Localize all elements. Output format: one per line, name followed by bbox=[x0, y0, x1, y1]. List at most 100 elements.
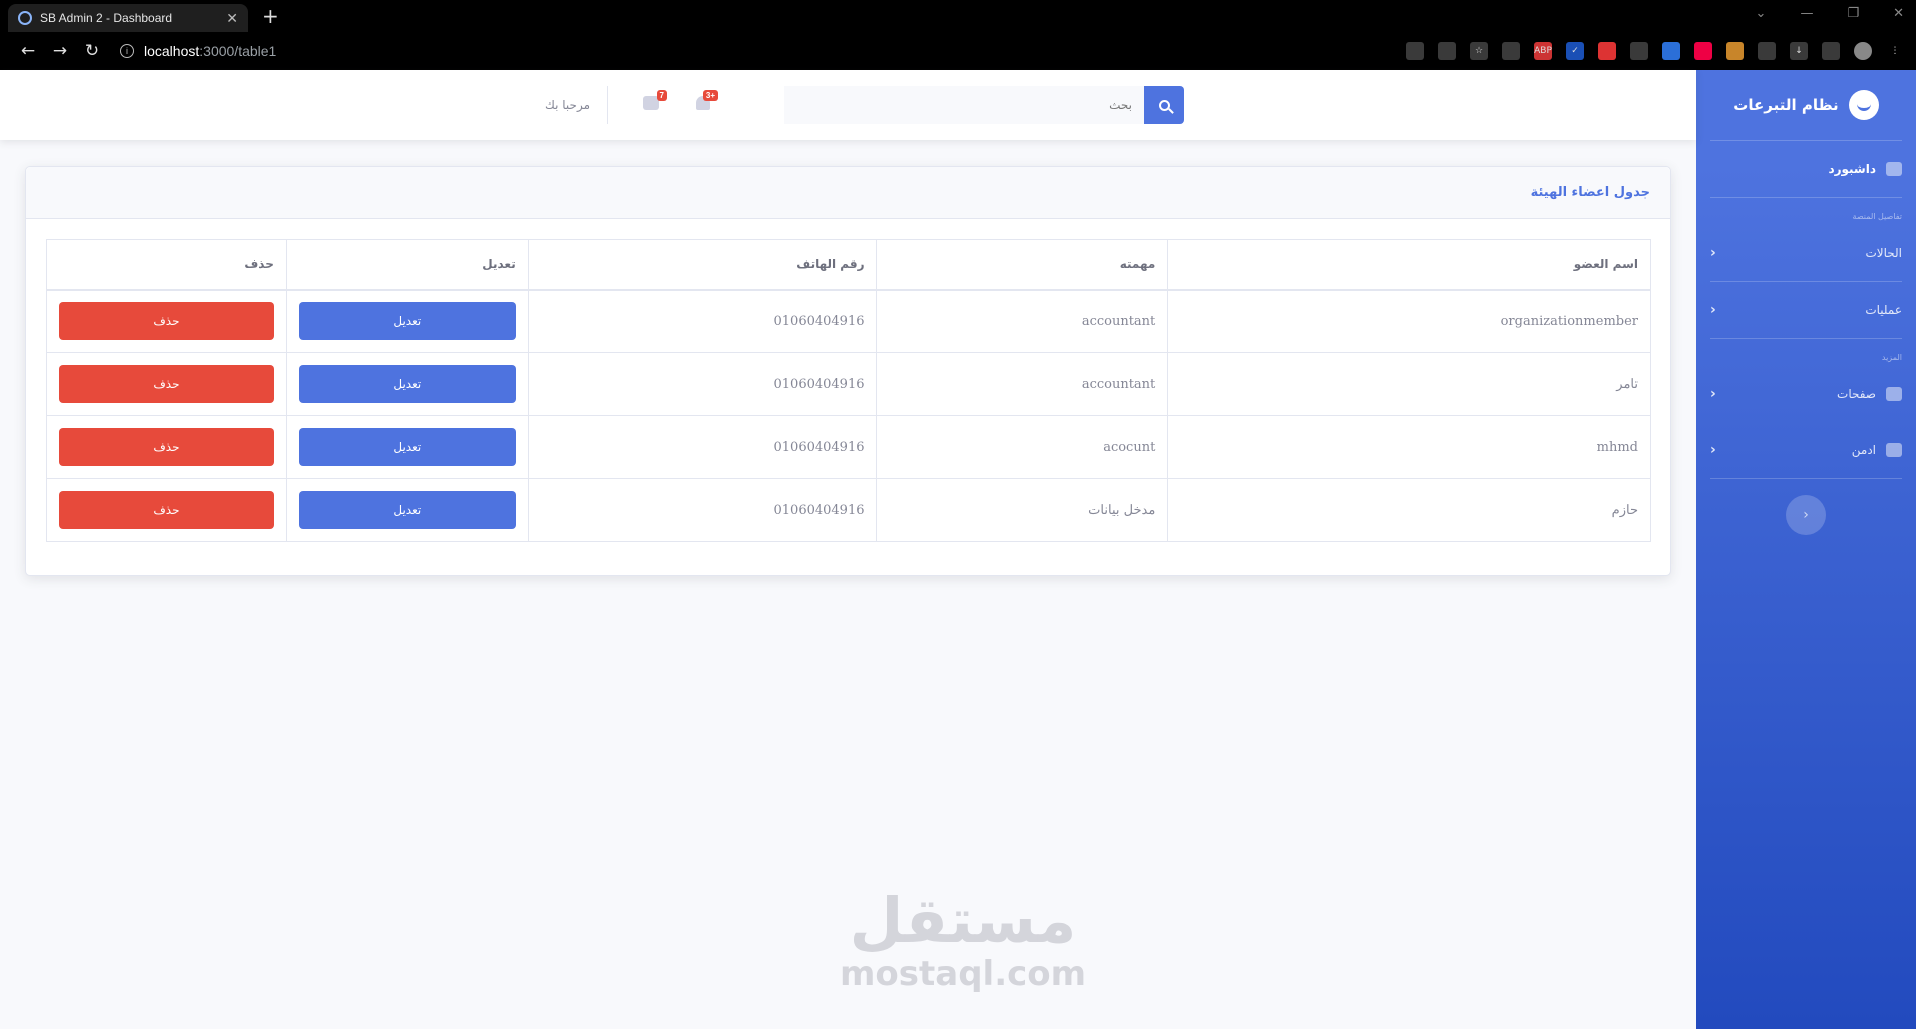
menu-kebab-icon[interactable]: ⋮ bbox=[1886, 42, 1904, 60]
close-window-icon[interactable]: ✕ bbox=[1893, 6, 1904, 21]
browser-tab[interactable]: SB Admin 2 - Dashboard ✕ bbox=[8, 4, 248, 32]
extension-icon[interactable] bbox=[1662, 42, 1680, 60]
search-icon bbox=[1158, 99, 1170, 111]
extension-icon[interactable] bbox=[1630, 42, 1648, 60]
watermark-arabic: مستقل bbox=[849, 884, 1077, 957]
sidebar-brand[interactable]: نظام التبرعات bbox=[1696, 70, 1916, 140]
member-phone: 01060404916 bbox=[527, 352, 878, 416]
minimize-icon[interactable]: — bbox=[1800, 6, 1813, 21]
folder-icon bbox=[1886, 387, 1902, 401]
smile-logo-icon bbox=[1848, 90, 1879, 120]
mostaql-watermark: مستقل mostaql.com bbox=[840, 884, 1087, 995]
side-panel-icon[interactable] bbox=[1822, 42, 1840, 60]
extension-icon[interactable] bbox=[1502, 42, 1520, 60]
members-table: اسم العضو مهمته رقم الهاتف تعديل حذف org… bbox=[46, 239, 1651, 542]
share-icon[interactable] bbox=[1438, 42, 1456, 60]
column-header-name: اسم العضو bbox=[1167, 239, 1651, 291]
sidebar-item-dashboard[interactable]: داشبورد bbox=[1696, 141, 1916, 197]
bell-icon[interactable]: 3+ bbox=[696, 90, 718, 110]
member-name: organizationmember bbox=[1167, 289, 1651, 353]
reload-icon[interactable]: ↻ bbox=[76, 41, 108, 61]
delete-button[interactable]: حذف bbox=[59, 491, 274, 529]
extension-icon[interactable] bbox=[1694, 42, 1712, 60]
delete-button[interactable]: حذف bbox=[59, 302, 274, 341]
column-header-edit: تعديل bbox=[285, 239, 529, 291]
window-controls: ⌄ — ❐ ✕ bbox=[1756, 6, 1904, 21]
edit-cell: تعديل bbox=[285, 352, 529, 416]
table-row: mhmd acocunt 01060404916 تعديل حذف bbox=[46, 415, 1651, 479]
sidebar-heading: المزيد bbox=[1881, 353, 1902, 362]
search-input[interactable] bbox=[784, 86, 1144, 124]
delete-button[interactable]: حذف bbox=[59, 365, 274, 403]
sidebar-item-label: ادمن bbox=[1851, 443, 1876, 457]
members-card: جدول اعضاء الهيئة اسم العضو مهمته رقم ال… bbox=[25, 166, 1671, 576]
card-header: جدول اعضاء الهيئة bbox=[26, 167, 1670, 219]
delete-cell: حذف bbox=[46, 289, 287, 353]
member-name: تامر bbox=[1167, 352, 1651, 416]
sidebar-item-label: داشبورد bbox=[1828, 162, 1876, 176]
chevron-left-icon: ‹ bbox=[1710, 302, 1716, 318]
sidebar: نظام التبرعات داشبورد تفاصيل المنصة الحا… bbox=[1696, 70, 1916, 1029]
edit-button[interactable]: تعديل bbox=[298, 365, 516, 403]
member-name: mhmd bbox=[1167, 415, 1651, 479]
url-path: :3000/table1 bbox=[199, 43, 277, 59]
new-tab-icon[interactable]: + bbox=[262, 4, 279, 28]
brand-title: نظام التبرعات bbox=[1733, 96, 1839, 114]
site-info-icon[interactable]: i bbox=[120, 44, 134, 58]
sidebar-toggle-button[interactable]: ‹ bbox=[1786, 495, 1826, 535]
back-icon[interactable]: ← bbox=[12, 41, 44, 61]
search-button[interactable] bbox=[1144, 86, 1184, 124]
sidebar-item-label: صفحات bbox=[1837, 387, 1876, 401]
member-phone: 01060404916 bbox=[527, 289, 878, 353]
edit-button[interactable]: تعديل bbox=[298, 491, 516, 529]
address-bar[interactable]: i localhost:3000/table1 bbox=[120, 43, 276, 59]
edit-button[interactable]: تعديل bbox=[298, 428, 516, 466]
react-favicon-icon bbox=[18, 11, 32, 25]
topbar-divider bbox=[607, 86, 608, 124]
sidebar-heading: تفاصيل المنصة bbox=[1852, 212, 1902, 221]
chevron-left-icon: ‹ bbox=[1710, 442, 1716, 458]
table-row: حازم مدخل بيانات 01060404916 تعديل حذف bbox=[46, 478, 1651, 542]
check-extension-icon[interactable]: ✓ bbox=[1566, 42, 1584, 60]
extension-icon[interactable] bbox=[1598, 42, 1616, 60]
sidebar-divider bbox=[1710, 478, 1902, 479]
puzzle-extensions-icon[interactable] bbox=[1758, 42, 1776, 60]
delete-cell: حذف bbox=[46, 478, 287, 542]
adblock-extension-icon[interactable]: ABP bbox=[1534, 42, 1552, 60]
sidebar-item-label: الحالات bbox=[1865, 246, 1902, 260]
sidebar-item-cases[interactable]: الحالات ‹ bbox=[1696, 225, 1916, 281]
tab-title: SB Admin 2 - Dashboard bbox=[40, 11, 173, 25]
watermark-latin: mostaql.com bbox=[840, 954, 1087, 994]
sidebar-item-label: عمليات bbox=[1865, 303, 1902, 317]
install-icon[interactable] bbox=[1406, 42, 1424, 60]
search-form bbox=[784, 86, 1184, 124]
member-role: acocunt bbox=[876, 415, 1169, 479]
chevron-left-icon: ‹ bbox=[1710, 245, 1716, 261]
messages-badge: 7 bbox=[656, 90, 667, 101]
profile-avatar[interactable] bbox=[1854, 42, 1872, 60]
tab-search-icon[interactable]: ⌄ bbox=[1756, 6, 1767, 21]
chevron-left-icon: ‹ bbox=[1710, 386, 1716, 402]
delete-button[interactable]: حذف bbox=[59, 428, 274, 466]
forward-icon[interactable]: → bbox=[44, 41, 76, 61]
alerts-badge: 3+ bbox=[702, 90, 718, 101]
extensions-area: ☆ ABP ✓ ↓ ⋮ bbox=[1406, 42, 1904, 60]
cookie-extension-icon[interactable] bbox=[1726, 42, 1744, 60]
user-greeting[interactable]: مرحبا بك bbox=[500, 98, 590, 112]
bookmark-star-icon[interactable]: ☆ bbox=[1470, 42, 1488, 60]
table-row: تامر accountant 01060404916 تعديل حذف bbox=[46, 352, 1651, 416]
browser-tab-bar: SB Admin 2 - Dashboard ✕ + ⌄ — ❐ ✕ bbox=[0, 0, 1916, 32]
edit-button[interactable]: تعديل bbox=[298, 302, 516, 341]
table-row: organizationmember accountant 0106040491… bbox=[46, 289, 1651, 353]
column-header-role: مهمته bbox=[876, 239, 1169, 291]
sidebar-item-admin[interactable]: ادمن ‹ bbox=[1696, 422, 1916, 478]
sidebar-item-pages[interactable]: صفحات ‹ bbox=[1696, 366, 1916, 422]
table-header-row: اسم العضو مهمته رقم الهاتف تعديل حذف bbox=[46, 239, 1651, 291]
close-tab-icon[interactable]: ✕ bbox=[226, 10, 238, 27]
member-role: accountant bbox=[876, 352, 1169, 416]
restore-icon[interactable]: ❐ bbox=[1847, 6, 1859, 21]
envelope-icon[interactable]: 7 bbox=[643, 90, 667, 110]
sidebar-item-operations[interactable]: عمليات ‹ bbox=[1696, 282, 1916, 338]
downloads-icon[interactable]: ↓ bbox=[1790, 42, 1808, 60]
table-icon bbox=[1886, 443, 1902, 457]
